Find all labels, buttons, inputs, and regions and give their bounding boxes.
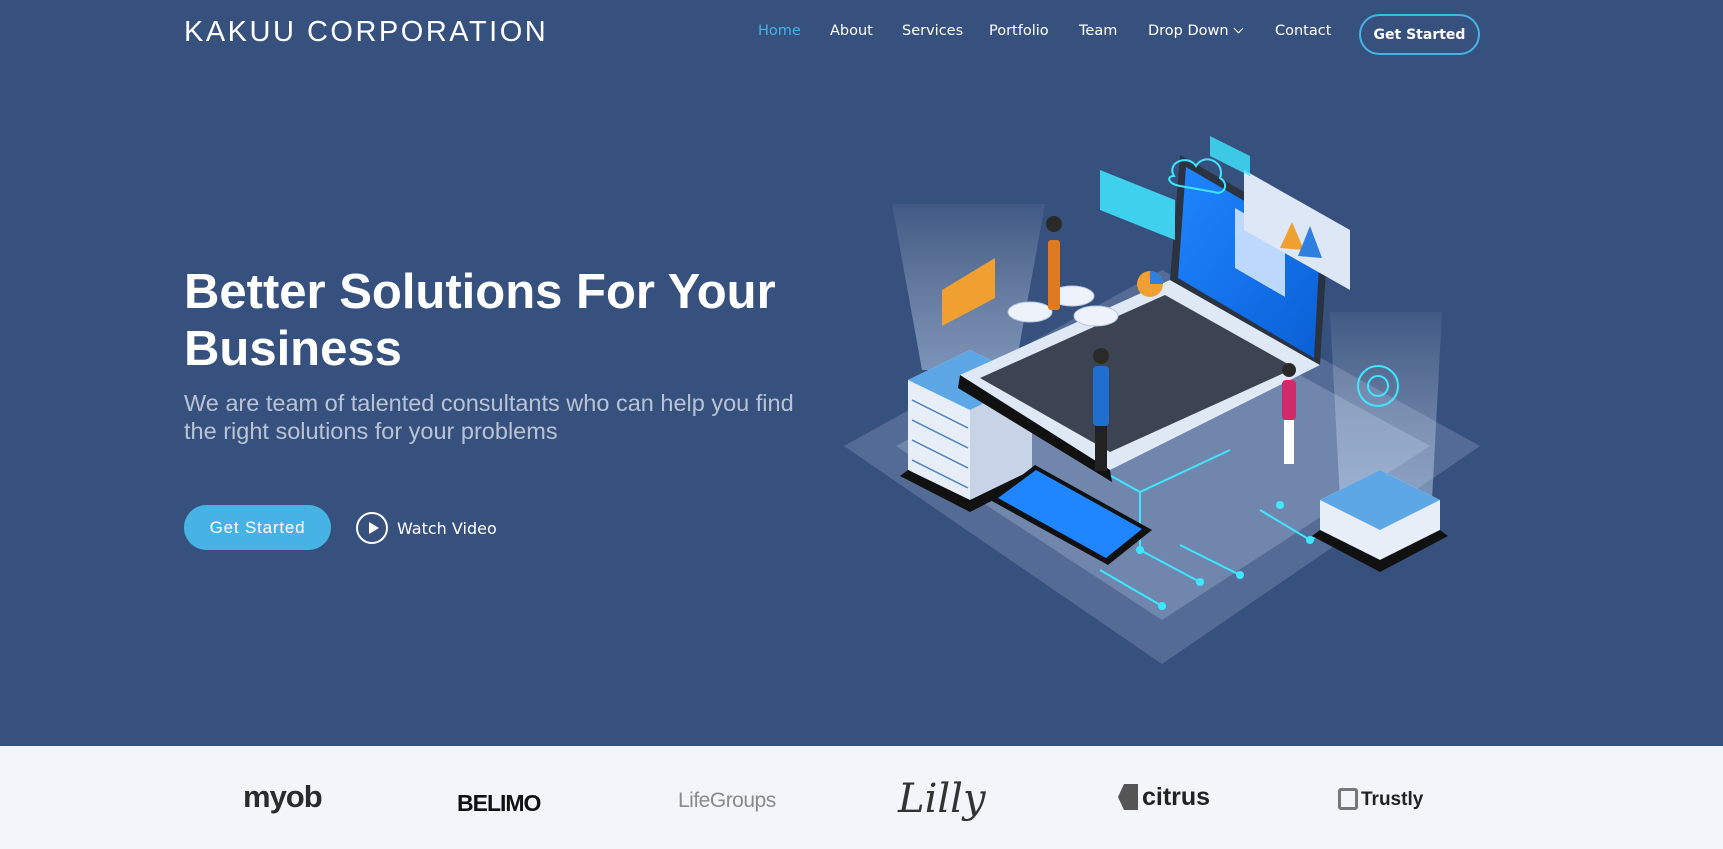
nav-services[interactable]: Services	[902, 23, 963, 39]
nav-home[interactable]: Home	[758, 23, 801, 39]
chevron-down-icon	[1233, 23, 1244, 34]
myob-logo-text: myob	[243, 779, 323, 814]
play-icon	[356, 512, 388, 544]
belimo-logo-text: BELIMO	[457, 789, 541, 816]
person-standing	[1046, 216, 1062, 310]
nav-contact[interactable]: Contact	[1275, 23, 1331, 39]
nav-dropdown-label: Drop Down	[1148, 23, 1229, 39]
floating-panel	[1100, 170, 1175, 240]
hero-subtitle: We are team of talented consultants who …	[184, 390, 794, 444]
watch-video-button[interactable]: Watch Video	[356, 512, 497, 544]
header-get-started-button[interactable]: Get Started	[1359, 14, 1480, 55]
nav-dropdown[interactable]: Drop Down	[1148, 23, 1244, 39]
client-logo-trustly[interactable]: Trustly	[1338, 776, 1423, 818]
hero-get-started-button[interactable]: Get Started	[184, 505, 331, 550]
watch-video-label: Watch Video	[397, 518, 497, 538]
client-logo-lifegroups[interactable]: LifeGroups	[678, 776, 776, 818]
hero-illustration	[844, 136, 1480, 664]
nav-team[interactable]: Team	[1079, 23, 1117, 39]
client-logo-belimo[interactable]: BELIMO	[457, 776, 541, 818]
basket-icon	[1338, 788, 1358, 810]
client-logo-citrus[interactable]: citrus	[1118, 776, 1210, 818]
hero-section: KAKUU CORPORATION Home About Services Po…	[0, 0, 1723, 746]
citrus-logo-text: citrus	[1142, 782, 1211, 811]
lifegroups-logo-text: LifeGroups	[678, 789, 776, 812]
nav-about[interactable]: About	[830, 23, 873, 39]
client-logo-lilly[interactable]: Lilly	[898, 776, 986, 822]
hero-title: Better Solutions For Your Business	[184, 265, 776, 376]
trustly-logo-text: Trustly	[1361, 789, 1424, 810]
clients-section: myob BELIMO LifeGroups Lilly citrus Trus…	[0, 746, 1723, 849]
lilly-logo-text: Lilly	[898, 776, 986, 822]
person-blue	[1093, 348, 1109, 471]
citrus-gem-icon	[1118, 784, 1138, 810]
nav-portfolio[interactable]: Portfolio	[989, 23, 1049, 39]
light-beam-right	[1330, 312, 1442, 500]
client-logo-myob[interactable]: myob	[243, 776, 323, 818]
